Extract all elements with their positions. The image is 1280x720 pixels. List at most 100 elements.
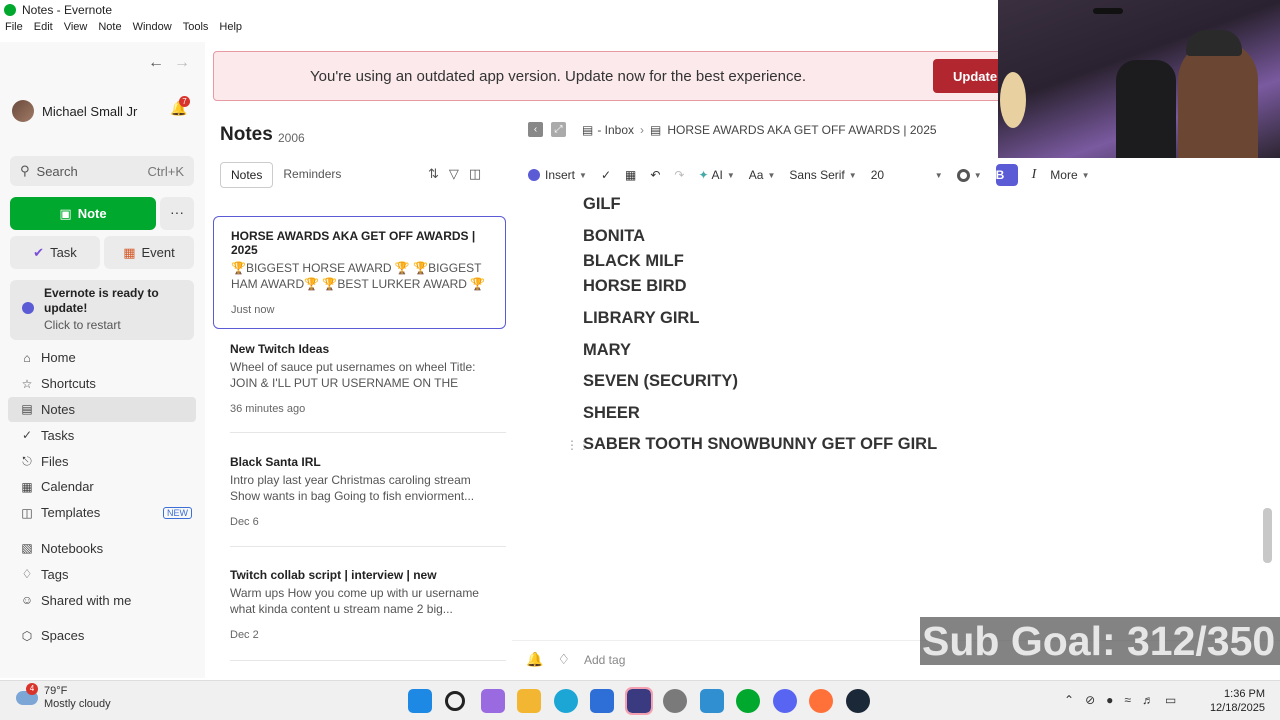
sidebar-item-notes[interactable]: ▤ Notes <box>8 396 196 423</box>
ai-button[interactable]: ✦ AI ▼ <box>698 168 734 182</box>
filter-icon[interactable]: ▽ <box>449 166 469 181</box>
text-color-button[interactable]: ▼ <box>956 168 982 182</box>
insert-calendar-button[interactable]: ▦ <box>625 168 636 182</box>
evernote-icon[interactable] <box>736 689 760 713</box>
clock[interactable]: 1:36 PM 12/18/2025 <box>1205 687 1265 715</box>
new-event-button[interactable]: ▦ Event <box>104 236 194 269</box>
collapse-icon[interactable]: ‹ <box>528 122 543 137</box>
sidebar-item-notebooks[interactable]: ▧ Notebooks <box>8 536 196 562</box>
steam-icon[interactable] <box>845 689 870 713</box>
italic-label: I <box>1031 167 1037 182</box>
microphone-icon[interactable]: ● <box>1106 693 1124 707</box>
search-icon[interactable] <box>444 691 465 711</box>
undo-icon: ↶ <box>650 168 661 182</box>
note-line[interactable]: SHEER <box>583 404 640 423</box>
menu-help[interactable]: Help <box>214 21 248 39</box>
sidebar-item-calendar[interactable]: ▦ Calendar <box>8 474 196 500</box>
notebook-icon: ▤ <box>582 122 594 137</box>
forward-arrow-icon[interactable]: → <box>174 54 190 71</box>
drag-handle-icon[interactable]: ⋮⋮ <box>566 438 590 452</box>
menu-file[interactable]: File <box>0 21 29 39</box>
undo-button[interactable]: ↶ <box>650 168 660 182</box>
chevron-up-icon[interactable]: ⌃ <box>1064 693 1085 707</box>
editor-scrollbar[interactable] <box>1263 508 1272 563</box>
check-circle-icon: ✓ <box>600 168 611 182</box>
add-tag-input[interactable]: Add tag <box>584 653 625 667</box>
note-line[interactable]: MARY <box>583 341 631 360</box>
sidebar-item-home[interactable]: ⌂ Home <box>8 345 196 371</box>
note-card[interactable]: New Twitch Ideas Wheel of sauce put user… <box>213 330 506 427</box>
menu-window[interactable]: Window <box>128 21 178 39</box>
font-size-select[interactable]: 20 ▼ <box>871 168 943 182</box>
menu-tools[interactable]: Tools <box>178 21 215 39</box>
tag-icon[interactable]: ♢ <box>557 651 570 668</box>
note-line[interactable]: SEVEN (SECURITY) <box>583 372 738 391</box>
obs-icon[interactable] <box>624 687 653 715</box>
note-line[interactable]: GILF <box>583 195 621 214</box>
reminder-bell-icon[interactable]: 🔔 <box>526 651 543 668</box>
more-options-button[interactable]: ··· <box>160 197 194 230</box>
new-task-button[interactable]: ✔ Task <box>10 236 100 269</box>
sidebar-item-files[interactable]: ⎋ Files <box>8 448 196 474</box>
sidebar-item-shortcuts[interactable]: ☆ Shortcuts <box>8 371 196 397</box>
notifications-button[interactable]: 🔔 7 <box>170 96 190 117</box>
sidebar-item-spaces[interactable]: ⬡ Spaces <box>8 623 196 649</box>
account-switcher[interactable]: Michael Small Jr <box>12 100 137 122</box>
firefox-icon[interactable] <box>809 689 833 713</box>
view-layout-icon[interactable]: ◫ <box>469 166 491 181</box>
update-button[interactable]: Update <box>933 59 1008 93</box>
note-card-selected[interactable]: HORSE AWARDS AKA GET OFF AWARDS | 2025 🏆… <box>213 216 506 329</box>
store-icon[interactable] <box>590 689 614 713</box>
menu-edit[interactable]: Edit <box>29 21 59 39</box>
sidebar-nav: ⌂ Home ☆ Shortcuts ▤ Notes ✓ Tasks ⎋ Files ▦ C… <box>8 345 196 649</box>
windows-start-icon[interactable] <box>408 689 432 713</box>
tab-notes[interactable]: Notes <box>220 162 274 188</box>
expand-icon[interactable]: ⤢ <box>551 122 566 137</box>
update-ready-card[interactable]: Evernote is ready to update! Click to re… <box>10 280 194 340</box>
text-style-button[interactable]: Aa ▼ <box>749 168 776 182</box>
insert-button[interactable]: Insert ▼ <box>528 168 587 182</box>
copilot-icon[interactable] <box>480 689 505 713</box>
font-family-select[interactable]: Sans Serif ▼ <box>789 168 856 182</box>
menu-view[interactable]: View <box>59 21 94 39</box>
redo-button[interactable]: ↷ <box>674 168 684 182</box>
photos-icon[interactable] <box>699 689 724 713</box>
bold-button[interactable]: B <box>995 164 1018 186</box>
search-label: Search <box>36 163 78 179</box>
task-checkbox-button[interactable]: ✓ <box>601 168 611 182</box>
sidebar-item-tasks[interactable]: ✓ Tasks <box>8 422 196 448</box>
note-line-active[interactable]: SABER TOOTH SNOWBUNNY GET OFF GIRL <box>583 435 937 454</box>
note-card[interactable]: Twitch collab script | interview | new W… <box>213 556 506 653</box>
sidebar-item-tags[interactable]: ♢ Tags <box>8 561 196 587</box>
battery-icon[interactable]: ▭ <box>1165 693 1187 707</box>
breadcrumb-notebook[interactable]: - Inbox <box>597 123 634 137</box>
note-line[interactable]: BLACK MILF <box>583 252 684 271</box>
note-card[interactable]: Black Santa IRL Intro play last year Chr… <box>213 443 506 540</box>
volume-icon[interactable]: ♬ <box>1142 693 1165 707</box>
settings-icon[interactable] <box>663 689 687 713</box>
back-arrow-icon[interactable]: ← <box>148 54 164 71</box>
sidebar-item-templates[interactable]: ◫ Templates NEW <box>8 500 196 526</box>
sort-icon[interactable]: ⇅ <box>428 166 449 181</box>
more-formatting-button[interactable]: More ▼ <box>1050 168 1089 182</box>
wifi-icon[interactable]: ≈ <box>1124 693 1142 707</box>
edge-icon[interactable] <box>553 689 578 713</box>
calendar-plus-icon: ▦ <box>123 244 136 260</box>
new-note-button[interactable]: ▣ Note <box>10 197 156 230</box>
network-off-icon[interactable]: ⊘ <box>1085 693 1106 707</box>
sidebar-item-shared[interactable]: ☺ Shared with me <box>8 587 196 613</box>
weather-widget[interactable]: 4 79°F Mostly cloudy <box>16 683 111 711</box>
gaming-chair <box>1116 60 1176 158</box>
cube-icon: ⬡ <box>21 628 33 643</box>
tab-reminders[interactable]: Reminders <box>273 162 351 188</box>
template-icon: ◫ <box>21 505 33 520</box>
file-explorer-icon[interactable] <box>517 689 541 713</box>
menu-note[interactable]: Note <box>93 21 127 39</box>
note-line[interactable]: HORSE BIRD <box>583 277 687 296</box>
search-input[interactable]: ⚲ Search Ctrl+K <box>10 156 194 186</box>
discord-icon[interactable] <box>772 689 797 713</box>
note-line[interactable]: BONITA <box>583 227 645 246</box>
note-line[interactable]: LIBRARY GIRL <box>583 309 699 328</box>
note-preview: Warm ups How you come up with ur usernam… <box>230 586 479 616</box>
italic-button[interactable]: I <box>1032 167 1037 183</box>
